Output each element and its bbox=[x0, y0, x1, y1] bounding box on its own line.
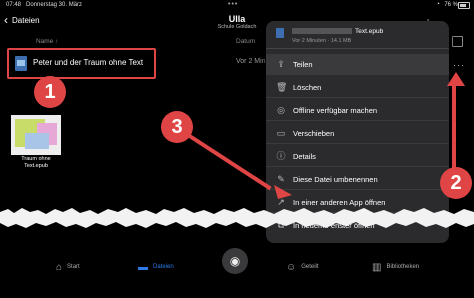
info-icon: ⓘ bbox=[276, 151, 286, 161]
share-icon: ⇪ bbox=[277, 59, 285, 69]
status-time: 07:48 bbox=[6, 2, 22, 8]
battery-icon bbox=[458, 2, 470, 9]
annotation-arrow-3 bbox=[183, 131, 272, 191]
tab-bar: ⌂ Start ▬ Dateien ◉ ☺ Geteilt ▥ Biblioth… bbox=[0, 243, 474, 298]
annotation-arrowhead-3 bbox=[274, 185, 292, 199]
annotation-circle-1: 1 bbox=[34, 76, 66, 108]
menu-item-share[interactable]: ⇪ Teilen bbox=[266, 54, 449, 75]
offline-icon: ◎ bbox=[277, 105, 285, 115]
context-file-meta: Vor 2 Minuten · 14.1 MB bbox=[292, 38, 352, 44]
annotation-circle-3: 3 bbox=[161, 111, 193, 143]
torn-paper-divider bbox=[0, 208, 474, 228]
tab-libraries[interactable]: ▥ Bibliotheken bbox=[372, 259, 419, 275]
context-file-name: Text.epub bbox=[292, 28, 383, 35]
annotation-arrow-2 bbox=[452, 82, 456, 170]
grid-view-icon[interactable] bbox=[452, 36, 463, 47]
epub-file-icon bbox=[15, 56, 27, 71]
file-date: Vor 2 Min bbox=[236, 58, 266, 65]
folder-icon: ▬ bbox=[138, 261, 148, 273]
annotation-arrowhead-2 bbox=[447, 72, 465, 86]
menu-item-offline[interactable]: ◎ Offline verfügbar machen bbox=[266, 100, 449, 121]
battery-level: 76 % bbox=[444, 2, 458, 8]
trash-icon: 🗑 bbox=[276, 82, 288, 92]
context-menu-header: Text.epub Vor 2 Minuten · 14.1 MB bbox=[266, 21, 449, 49]
menu-item-rename[interactable]: ✎ Diese Datei umbenennen bbox=[266, 169, 449, 190]
file-thumbnail[interactable] bbox=[11, 115, 61, 155]
move-icon: ▭ bbox=[276, 128, 286, 138]
status-bar: 07:48 Donnerstag 30. März ••• ◔ 76 % bbox=[0, 0, 474, 12]
epub-file-icon bbox=[276, 28, 284, 38]
shared-icon: ☺ bbox=[286, 261, 297, 273]
more-options-icon[interactable]: ··· bbox=[453, 60, 465, 70]
column-date-header[interactable]: Datum bbox=[236, 38, 255, 45]
tab-shared[interactable]: ☺ Geteilt bbox=[286, 259, 319, 275]
tab-files[interactable]: ▬ Dateien bbox=[138, 259, 174, 275]
blurred-area bbox=[25, 133, 49, 149]
libraries-icon: ▥ bbox=[372, 261, 382, 273]
menu-item-details[interactable]: ⓘ Details bbox=[266, 146, 449, 167]
home-icon: ⌂ bbox=[56, 261, 63, 273]
file-row-highlighted[interactable]: Peter und der Traum ohne Text bbox=[7, 48, 156, 79]
wifi-icon: ◔ bbox=[435, 1, 440, 8]
menu-item-delete[interactable]: 🗑 Löschen bbox=[266, 77, 449, 98]
thumbnail-caption: Traum ohne Text.epub bbox=[21, 156, 51, 169]
column-name-header[interactable]: Name ↑ bbox=[36, 38, 58, 45]
tab-start[interactable]: ⌂ Start bbox=[56, 259, 80, 275]
camera-scan-icon[interactable]: ◉ bbox=[222, 248, 248, 274]
status-date: Donnerstag 30. März bbox=[26, 2, 83, 8]
file-name: Peter und der Traum ohne Text bbox=[33, 58, 144, 67]
multitasking-dots-icon[interactable]: ••• bbox=[228, 1, 238, 8]
annotation-circle-2: 2 bbox=[440, 167, 472, 199]
menu-item-move[interactable]: ▭ Verschieben bbox=[266, 123, 449, 144]
redacted-area bbox=[292, 28, 352, 35]
